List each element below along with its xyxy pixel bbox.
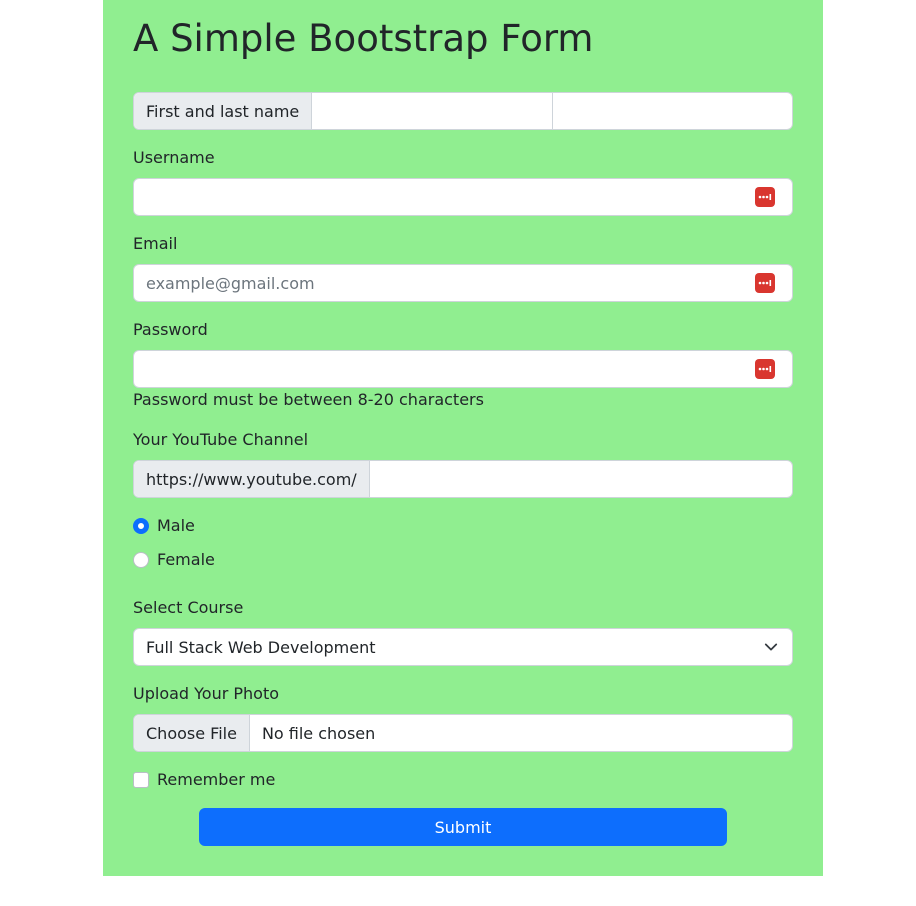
youtube-channel-input[interactable]: [369, 461, 792, 497]
first-name-input[interactable]: [312, 93, 553, 129]
course-selected-value: Full Stack Web Development: [146, 637, 376, 657]
remember-me-label: Remember me: [157, 770, 276, 789]
course-select[interactable]: Full Stack Web Development: [133, 628, 793, 666]
username-label: Username: [133, 148, 215, 167]
password-help-text: Password must be between 8-20 characters: [133, 390, 484, 409]
submit-button[interactable]: Submit: [199, 808, 727, 846]
radio-option-male[interactable]: Male: [133, 516, 195, 535]
youtube-url-addon: https://www.youtube.com/: [134, 461, 370, 497]
username-input[interactable]: [134, 179, 755, 215]
password-manager-icon[interactable]: [755, 187, 775, 207]
radio-option-female[interactable]: Female: [133, 550, 215, 569]
choose-file-button[interactable]: Choose File: [134, 715, 250, 751]
last-name-input[interactable]: [552, 93, 793, 129]
email-input[interactable]: [134, 265, 755, 301]
male-radio[interactable]: [133, 517, 149, 534]
course-label: Select Course: [133, 598, 244, 617]
name-input-group: First and last name: [133, 92, 793, 130]
female-radio[interactable]: [133, 551, 149, 568]
password-manager-icon[interactable]: [755, 273, 775, 293]
youtube-input-group: https://www.youtube.com/: [133, 460, 793, 498]
page-title: A Simple Bootstrap Form: [133, 17, 594, 60]
photo-file-input[interactable]: Choose File No file chosen: [133, 714, 793, 752]
photo-label: Upload Your Photo: [133, 684, 280, 703]
name-addon: First and last name: [134, 93, 313, 129]
email-field: [133, 264, 793, 302]
password-field: [133, 350, 793, 388]
female-radio-label: Female: [157, 550, 215, 569]
password-input[interactable]: [134, 351, 755, 387]
remember-me-option[interactable]: Remember me: [133, 770, 275, 789]
email-label: Email: [133, 234, 178, 253]
chevron-down-icon: [764, 643, 778, 651]
remember-me-checkbox[interactable]: [133, 771, 149, 788]
youtube-label: Your YouTube Channel: [133, 430, 309, 449]
file-status-text: No file chosen: [261, 723, 376, 743]
username-field: [133, 178, 793, 216]
password-label: Password: [133, 320, 208, 339]
password-manager-icon[interactable]: [755, 359, 775, 379]
male-radio-label: Male: [157, 516, 195, 535]
